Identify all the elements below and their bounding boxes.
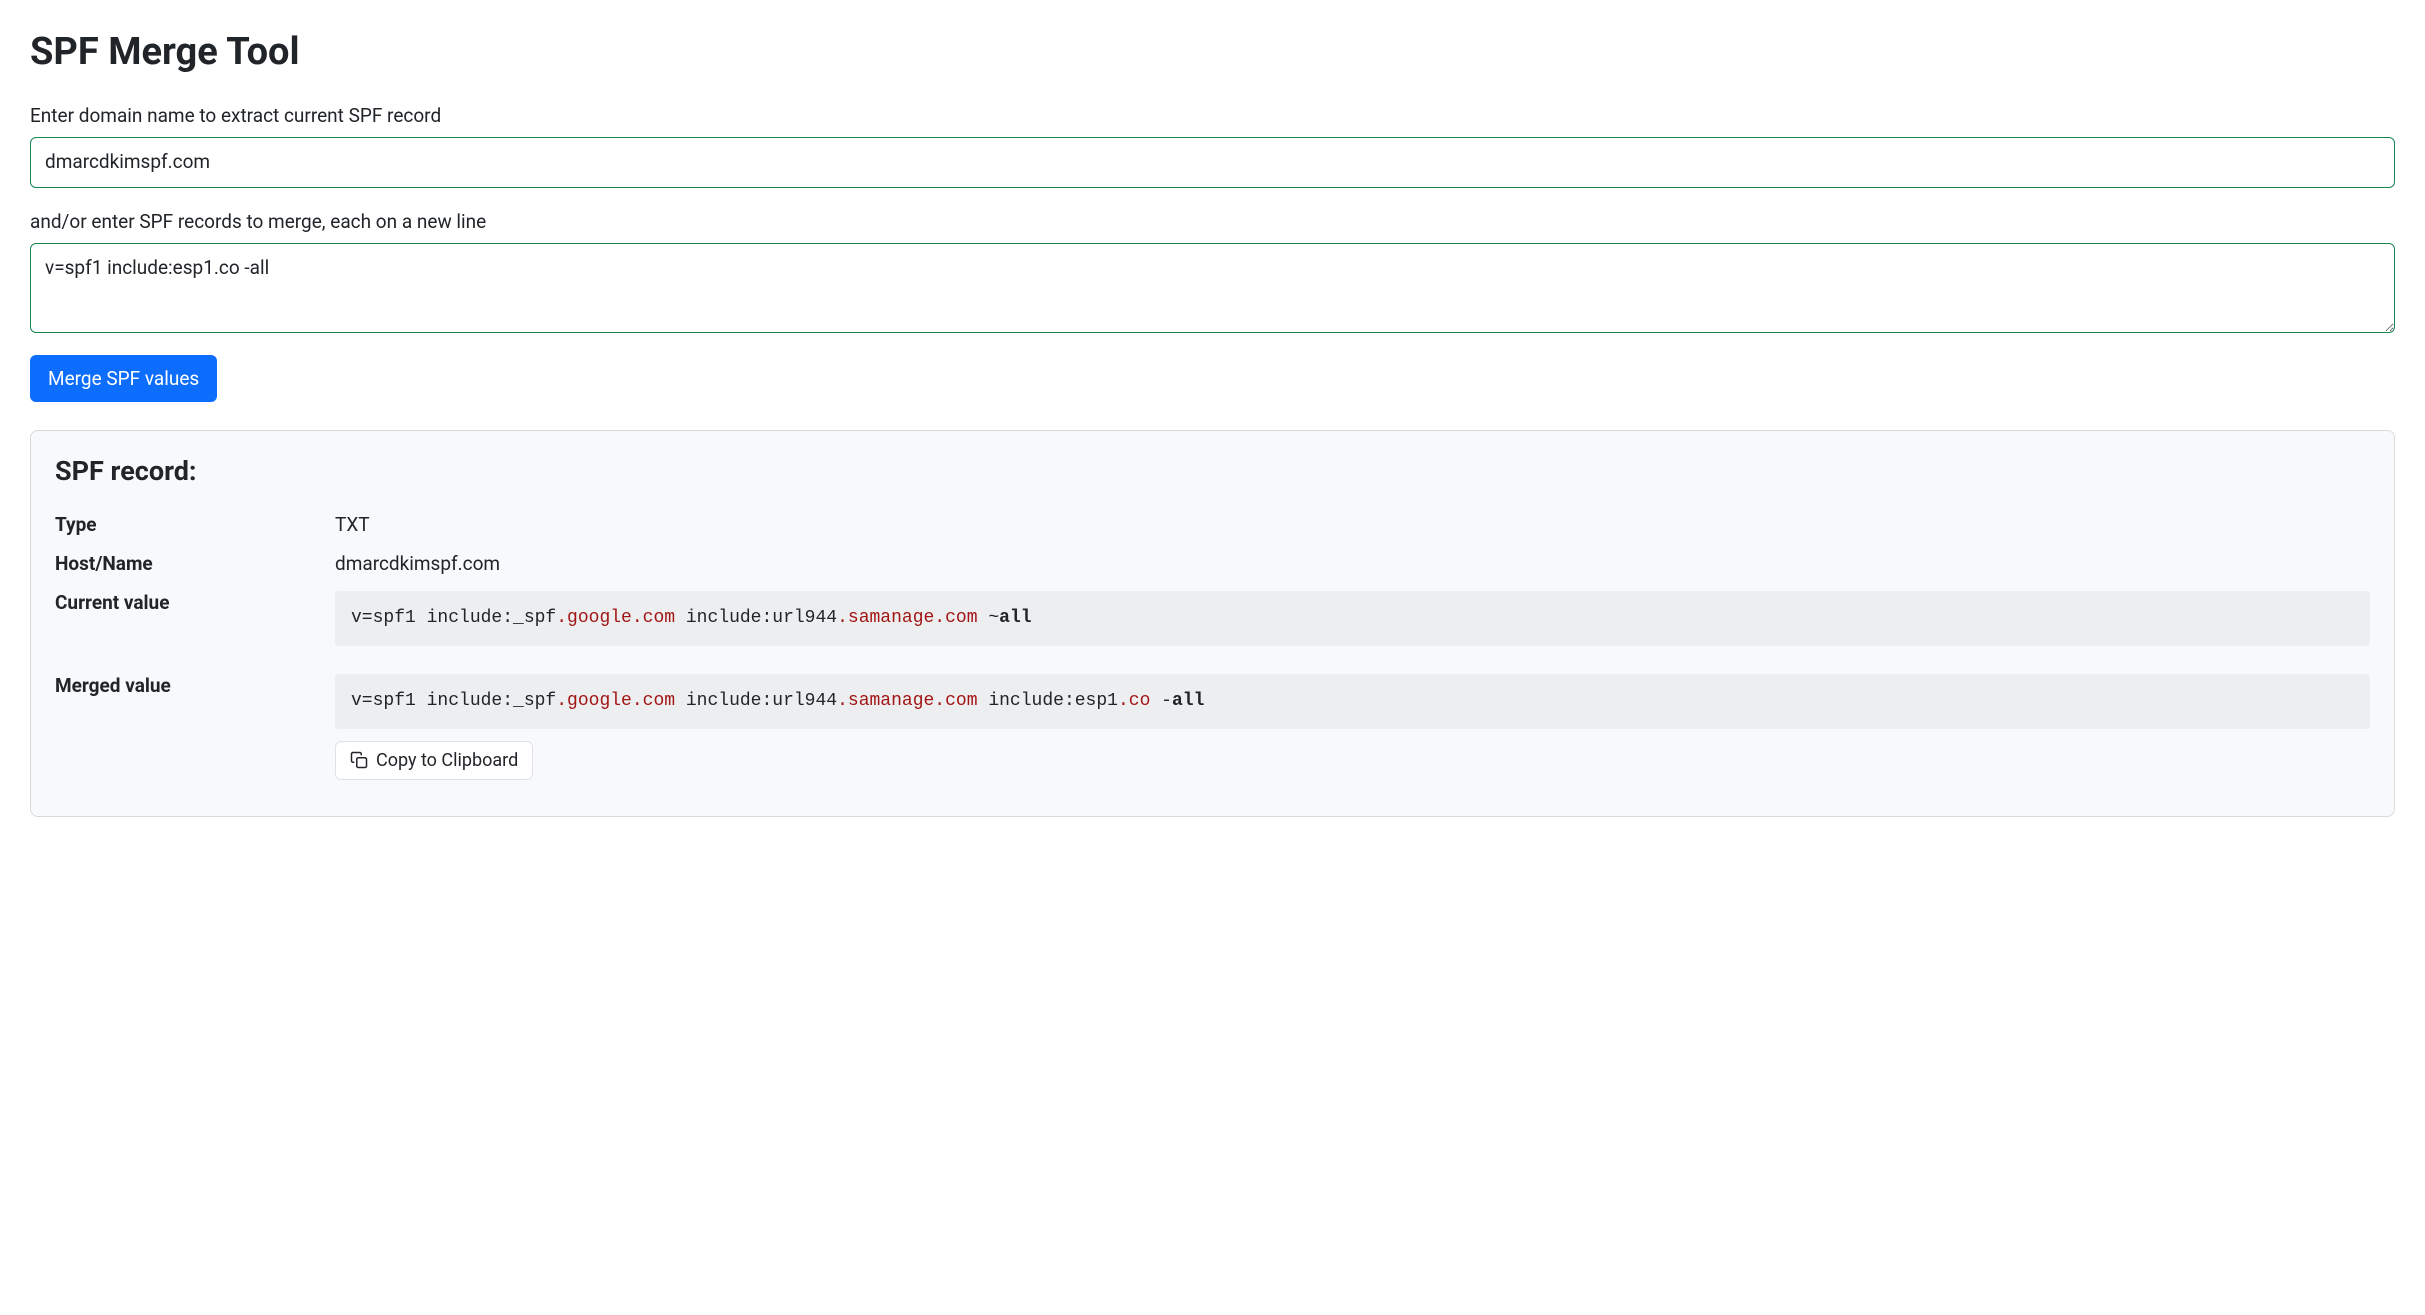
- current-value-code: v=spf1 include:_spf.google.com include:u…: [335, 591, 2370, 646]
- page-title: SPF Merge Tool: [30, 30, 2395, 74]
- result-heading: SPF record:: [55, 455, 2370, 487]
- merge-textarea[interactable]: v=spf1 include:esp1.co -all: [30, 243, 2395, 333]
- merged-value-code: v=spf1 include:_spf.google.com include:u…: [335, 674, 2370, 729]
- merged-value-wrapper: v=spf1 include:_spf.google.com include:u…: [335, 670, 2370, 780]
- type-value: TXT: [335, 509, 2370, 536]
- merge-label: and/or enter SPF records to merge, each …: [30, 210, 2395, 233]
- copy-icon: [350, 751, 368, 769]
- result-row-type: Type TXT: [55, 509, 2370, 536]
- result-card: SPF record: Type TXT Host/Name dmarcdkim…: [30, 430, 2395, 817]
- domain-label: Enter domain name to extract current SPF…: [30, 104, 2395, 127]
- type-label: Type: [55, 509, 335, 536]
- copy-button[interactable]: Copy to Clipboard: [335, 741, 533, 780]
- result-row-current: Current value v=spf1 include:_spf.google…: [55, 587, 2370, 658]
- copy-button-label: Copy to Clipboard: [376, 750, 518, 771]
- result-row-host: Host/Name dmarcdkimspf.com: [55, 548, 2370, 575]
- host-value: dmarcdkimspf.com: [335, 548, 2370, 575]
- current-label: Current value: [55, 587, 335, 614]
- host-label: Host/Name: [55, 548, 335, 575]
- result-row-merged: Merged value v=spf1 include:_spf.google.…: [55, 670, 2370, 780]
- merge-form-group: and/or enter SPF records to merge, each …: [30, 210, 2395, 333]
- domain-form-group: Enter domain name to extract current SPF…: [30, 104, 2395, 188]
- merge-button[interactable]: Merge SPF values: [30, 355, 217, 402]
- domain-input[interactable]: [30, 137, 2395, 188]
- merged-label: Merged value: [55, 670, 335, 697]
- current-value-wrapper: v=spf1 include:_spf.google.com include:u…: [335, 587, 2370, 658]
